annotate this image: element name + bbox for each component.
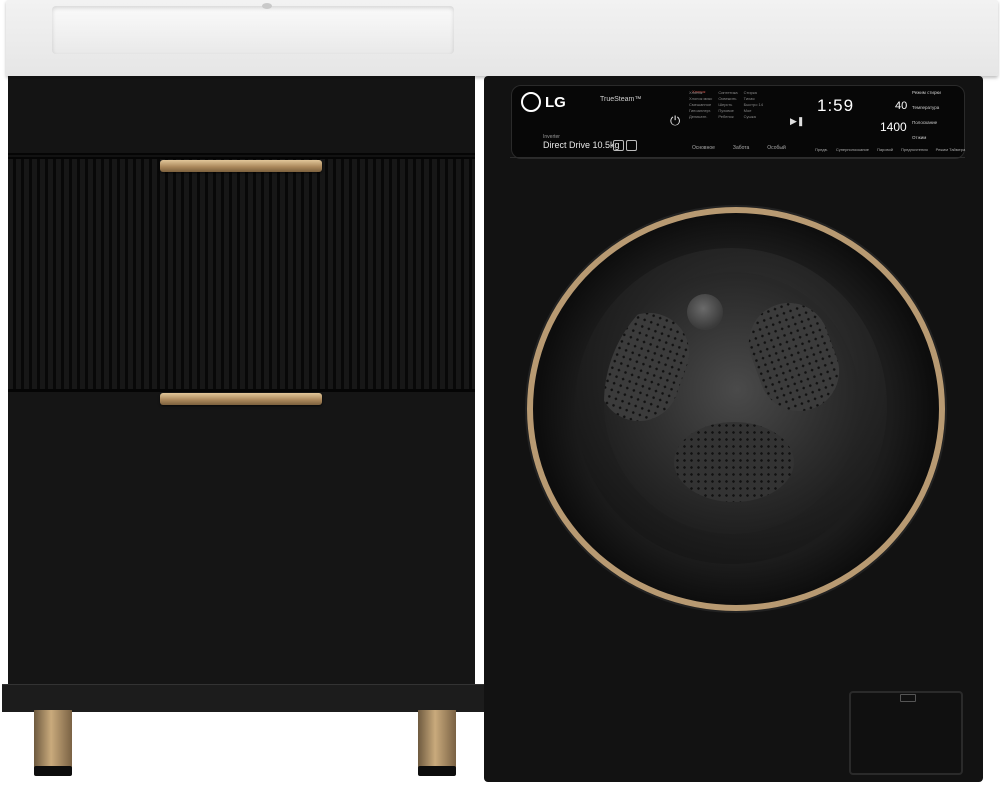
filter-latch[interactable]: [900, 694, 916, 702]
setting-buttons: Режим стирки Температура Полоскание Отжи…: [912, 90, 941, 140]
steam-button[interactable]: Паровой: [877, 147, 893, 152]
program-item[interactable]: Мое: [744, 108, 763, 113]
power-button[interactable]: ⏻: [670, 113, 680, 129]
rinse-button[interactable]: Полоскание: [912, 120, 941, 125]
cabinet-plinth: [2, 684, 486, 712]
fluted-drawer[interactable]: [8, 157, 475, 392]
program-item[interactable]: Шерсть: [718, 102, 737, 107]
program-item[interactable]: Синтетика: [718, 90, 737, 95]
temperature-display: 40: [895, 100, 908, 112]
feature-icon: [613, 140, 624, 151]
feature-icon: [626, 140, 637, 151]
brand-name: LG: [545, 93, 566, 111]
drum-base: [674, 422, 794, 502]
panel-feature-icons: [613, 140, 637, 151]
lower-drawer[interactable]: [8, 392, 475, 688]
program-item[interactable]: Тихая: [744, 96, 763, 101]
cabinet-leg-right: [418, 710, 456, 776]
time-display: 1:59: [817, 96, 855, 115]
timer-button[interactable]: Режим Таймера: [936, 147, 966, 152]
drawer-handle-lower[interactable]: [160, 393, 322, 405]
lg-logo-icon: [521, 92, 541, 112]
drum: [604, 272, 860, 534]
faucet-hole: [262, 3, 272, 9]
brand-logo: LG: [521, 92, 566, 112]
spin-display: 1400: [880, 120, 907, 134]
model-label: Direct Drive 10.5kg: [543, 140, 620, 150]
start-pause-button[interactable]: ▶❚: [790, 116, 804, 127]
cabinet-leg-left: [34, 710, 72, 776]
program-item[interactable]: Хлопок микс: [689, 96, 712, 101]
tab-basic[interactable]: Основное: [692, 145, 715, 151]
filter-door[interactable]: [849, 691, 963, 775]
drawer-handle-upper[interactable]: [160, 160, 322, 172]
program-item[interactable]: Стирка: [744, 90, 763, 95]
temperature-button[interactable]: Температура: [912, 105, 941, 110]
program-item[interactable]: Деликатн.: [689, 114, 712, 119]
program-item[interactable]: Сушка: [744, 114, 763, 119]
program-item[interactable]: Быстро 14: [744, 102, 763, 107]
program-item[interactable]: Хлопок: [689, 90, 712, 95]
option-buttons: Предв. Суперполоскание Паровой Предпочте…: [815, 147, 965, 152]
sink-basin: [52, 6, 454, 54]
truesteam-label: TrueSteam™: [600, 96, 642, 103]
drum-hub: [687, 294, 723, 330]
wash-mode-button[interactable]: Режим стирки: [912, 90, 941, 95]
program-item[interactable]: Ребенок: [718, 114, 737, 119]
program-item[interactable]: Гипоаллерг.: [689, 108, 712, 113]
program-item[interactable]: Пуховое: [718, 108, 737, 113]
program-tabs: Основное Забота Особый: [692, 145, 786, 151]
tab-special[interactable]: Особый: [767, 145, 785, 151]
prewash-button[interactable]: Предв.: [815, 147, 828, 152]
super-rinse-button[interactable]: Суперполоскание: [836, 147, 869, 152]
tab-care[interactable]: Забота: [733, 145, 749, 151]
favorite-button[interactable]: Предпочтения: [901, 147, 928, 152]
top-drawer[interactable]: [8, 79, 475, 155]
spin-button[interactable]: Отжим: [912, 135, 941, 140]
program-dial[interactable]: Хлопок Синтетика Стирка Хлопок микс Осве…: [689, 90, 763, 119]
program-item[interactable]: Освежить: [718, 96, 737, 101]
program-item[interactable]: Смешанное: [689, 102, 712, 107]
panel-divider: [510, 157, 965, 158]
